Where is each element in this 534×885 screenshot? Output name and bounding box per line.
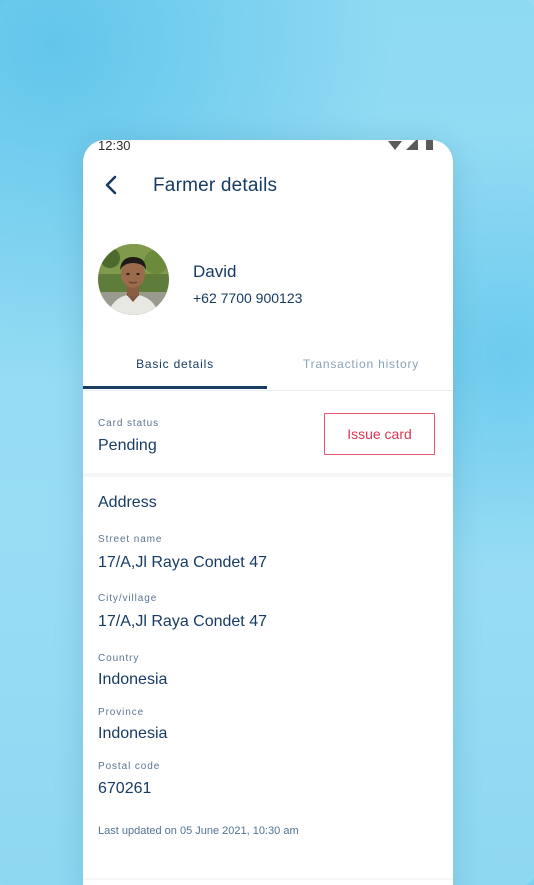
wifi-icon bbox=[388, 141, 402, 150]
farmer-phone: +62 7700 900123 bbox=[193, 290, 303, 306]
city-village-value: 17/A,Jl Raya Condet 47 bbox=[98, 613, 267, 630]
page-title: Farmer details bbox=[153, 175, 278, 196]
card-status-label: Card status bbox=[98, 418, 160, 429]
street-name-label: Street name bbox=[98, 534, 163, 545]
address-heading: Address bbox=[98, 494, 157, 511]
back-arrow-icon[interactable] bbox=[101, 174, 123, 196]
card-status-value: Pending bbox=[98, 437, 157, 454]
farmer-profile: David +62 7700 900123 bbox=[98, 244, 438, 316]
last-updated-text: Last updated on 05 June 2021, 10:30 am bbox=[98, 825, 299, 837]
avatar-photo bbox=[98, 244, 169, 315]
avatar[interactable] bbox=[98, 244, 169, 315]
app-header: Farmer details bbox=[83, 170, 453, 202]
status-bar: 12:30 bbox=[83, 140, 453, 154]
country-value: Indonesia bbox=[98, 671, 168, 688]
tab-bar: Basic details Transaction history bbox=[83, 345, 453, 391]
signal-icon bbox=[406, 140, 418, 150]
postal-code-label: Postal code bbox=[98, 761, 161, 772]
bottom-divider bbox=[83, 878, 453, 880]
issue-card-button[interactable]: Issue card bbox=[324, 413, 435, 455]
status-icons bbox=[388, 140, 433, 150]
active-tab-indicator bbox=[83, 386, 267, 389]
province-label: Province bbox=[98, 707, 145, 718]
phone-screen: 12:30 Farmer details David +62 7700 9001… bbox=[83, 140, 453, 885]
farmer-name: David bbox=[193, 262, 237, 281]
tab-basic-details[interactable]: Basic details bbox=[83, 345, 267, 389]
card-status-section: Card status Pending Issue card bbox=[83, 391, 453, 477]
status-time: 12:30 bbox=[98, 140, 131, 153]
country-label: Country bbox=[98, 653, 140, 664]
battery-icon bbox=[426, 140, 433, 150]
tab-transaction-history[interactable]: Transaction history bbox=[269, 345, 453, 389]
city-village-label: City/village bbox=[98, 593, 158, 604]
postal-code-value: 670261 bbox=[98, 780, 152, 797]
street-name-value: 17/A,Jl Raya Condet 47 bbox=[98, 554, 267, 571]
province-value: Indonesia bbox=[98, 725, 168, 742]
